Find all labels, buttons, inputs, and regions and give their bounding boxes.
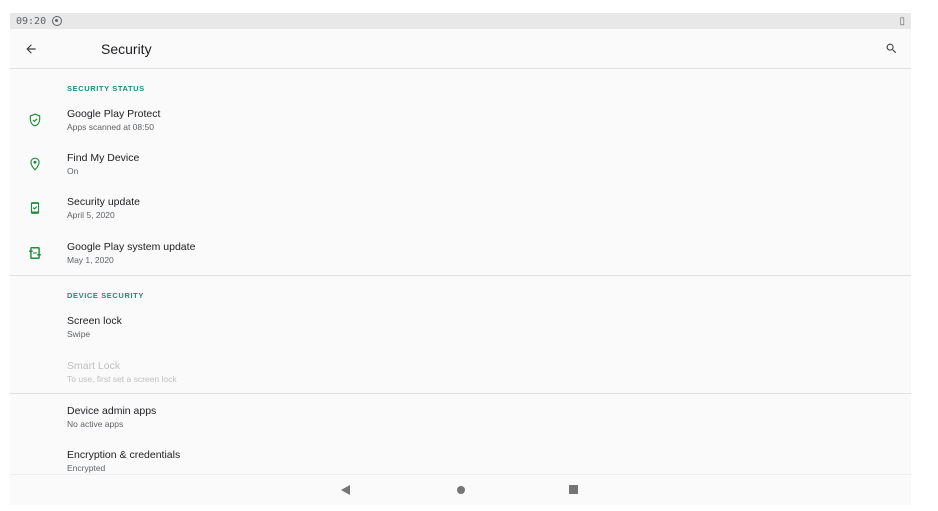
nav-home-button[interactable] bbox=[454, 483, 468, 497]
pref-title: Screen lock bbox=[67, 315, 122, 327]
pref-summary: April 5, 2020 bbox=[67, 210, 115, 220]
pref-title: Security update bbox=[67, 196, 140, 208]
battery-icon: ▯ bbox=[899, 15, 905, 27]
pref-title: Encryption & credentials bbox=[67, 449, 181, 461]
location-pin-icon bbox=[26, 155, 44, 173]
pref-summary: Swipe bbox=[67, 329, 91, 339]
back-button[interactable] bbox=[11, 29, 51, 69]
pref-summary: On bbox=[67, 166, 79, 176]
pref-summary: Apps scanned at 08:50 bbox=[67, 122, 154, 132]
pref-title: Google Play Protect bbox=[67, 108, 161, 120]
security-update-icon bbox=[26, 199, 44, 217]
nav-recents-button[interactable] bbox=[567, 483, 581, 497]
section-header-device-security: DEVICE SECURITY bbox=[67, 291, 144, 300]
navigation-bar bbox=[10, 474, 911, 505]
pref-screen-lock[interactable]: Screen lock Swipe bbox=[10, 310, 911, 350]
shield-check-icon bbox=[26, 111, 44, 129]
settings-list: SECURITY STATUS Google Play Protect Apps… bbox=[10, 70, 911, 474]
section-header-security-status: SECURITY STATUS bbox=[67, 84, 145, 93]
pref-security-update[interactable]: Security update April 5, 2020 bbox=[10, 191, 911, 231]
page-title: Security bbox=[101, 40, 152, 57]
pref-title: Smart Lock bbox=[67, 360, 121, 372]
pref-smart-lock: Smart Lock To use, first set a screen lo… bbox=[10, 355, 911, 395]
pref-google-play-system-update[interactable]: Google Play system update May 1, 2020 bbox=[10, 236, 911, 276]
section-divider bbox=[10, 393, 911, 394]
pref-title: Find My Device bbox=[67, 152, 140, 164]
search-button[interactable] bbox=[871, 29, 911, 69]
search-icon bbox=[886, 43, 896, 54]
section-divider bbox=[10, 275, 911, 276]
pref-title: Device admin apps bbox=[67, 405, 157, 417]
pref-device-admin-apps[interactable]: Device admin apps No active apps bbox=[10, 400, 911, 440]
pref-summary: No active apps bbox=[67, 419, 124, 429]
pref-find-my-device[interactable]: Find My Device On bbox=[10, 147, 911, 187]
pref-summary: Encrypted bbox=[67, 463, 106, 473]
pref-title: Google Play system update bbox=[67, 241, 196, 253]
android-screen: 09:20 ▯ Security SECURITY STATUS Google … bbox=[10, 13, 911, 505]
status-bar: 09:20 ▯ bbox=[10, 13, 911, 29]
notification-dot-icon bbox=[52, 16, 63, 26]
pref-summary: To use, first set a screen lock bbox=[67, 374, 177, 384]
arrow-back-icon bbox=[26, 43, 36, 54]
pref-summary: May 1, 2020 bbox=[67, 255, 114, 265]
status-time: 09:20 bbox=[16, 15, 47, 27]
pref-google-play-protect[interactable]: Google Play Protect Apps scanned at 08:5… bbox=[10, 103, 911, 143]
app-bar: Security bbox=[10, 29, 911, 69]
system-update-icon bbox=[26, 244, 44, 262]
nav-back-button[interactable] bbox=[339, 483, 353, 497]
